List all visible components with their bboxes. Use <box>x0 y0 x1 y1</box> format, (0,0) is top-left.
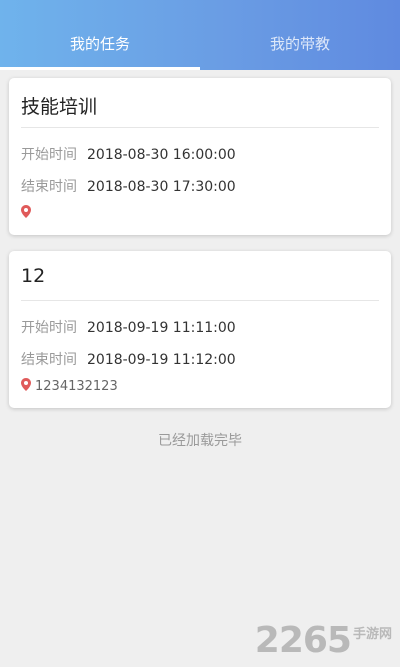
tab-bar: 我的任务 我的带教 <box>0 0 400 70</box>
start-time-value: 2018-08-30 16:00:00 <box>87 147 236 163</box>
task-title: 技能培训 <box>21 96 98 118</box>
task-location: 1234132123 <box>21 378 118 394</box>
watermark-number: 2265 <box>254 620 352 661</box>
end-time-label: 结束时间 <box>21 179 77 195</box>
divider <box>21 300 379 301</box>
start-time-label: 开始时间 <box>21 147 77 163</box>
start-time-value: 2018-09-19 11:11:00 <box>87 320 236 336</box>
watermark-text: 手游网 <box>352 627 392 642</box>
end-time-row: 结束时间 2018-08-30 17:30:00 <box>21 176 236 196</box>
location-text: 1234132123 <box>35 379 118 394</box>
watermark: 2265 手游网 <box>255 617 392 659</box>
tab-my-tasks[interactable]: 我的任务 <box>0 0 200 70</box>
active-tab-indicator <box>0 67 200 70</box>
end-time-label: 结束时间 <box>21 352 77 368</box>
task-card[interactable]: 技能培训 开始时间 2018-08-30 16:00:00 结束时间 2018-08… <box>9 78 391 235</box>
list-end-text: 已经加载完毕 <box>158 433 242 449</box>
end-time-value: 2018-09-19 11:12:00 <box>87 352 236 368</box>
task-title: 12 <box>21 265 46 287</box>
start-time-row: 开始时间 2018-09-19 11:11:00 <box>21 317 236 337</box>
divider <box>21 127 379 128</box>
start-time-label: 开始时间 <box>21 320 77 336</box>
end-time-row: 结束时间 2018-09-19 11:12:00 <box>21 349 236 369</box>
location-pin-icon <box>21 205 31 218</box>
task-location <box>21 205 35 221</box>
end-time-value: 2018-08-30 17:30:00 <box>87 179 236 195</box>
location-pin-icon <box>21 378 31 391</box>
start-time-row: 开始时间 2018-08-30 16:00:00 <box>21 144 236 164</box>
task-card[interactable]: 12 开始时间 2018-09-19 11:11:00 结束时间 2018-09-1… <box>9 251 391 408</box>
tab-my-teaching[interactable]: 我的带教 <box>200 0 400 70</box>
